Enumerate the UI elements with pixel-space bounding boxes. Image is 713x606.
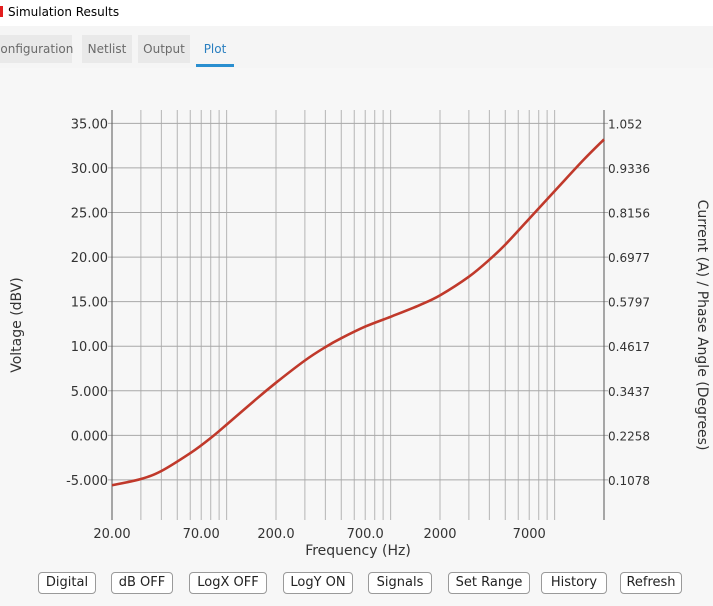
y-axis-label: Voltage (dBV) [9,277,25,373]
y-tick-label: 0.000 [71,429,108,444]
voltage-trace [111,138,605,487]
x-tick-label: 7000 [513,527,546,542]
y2-tick-label: 0.3437 [608,385,650,399]
y2-tick-label: 0.2258 [608,429,650,443]
x-tick-label: 70.00 [183,527,220,542]
y2-tick-label: 0.1078 [608,474,650,488]
history-button[interactable]: History [541,572,607,594]
axes [111,110,605,520]
x-axis-label: Frequency (Hz) [305,543,411,559]
digital-button[interactable]: Digital [38,572,96,594]
y2-axis-label: Current (A) / Phase Angle (Degrees) [694,200,710,451]
y2-tick-label: 0.9336 [608,162,650,176]
y2-tick-label: 0.5797 [608,296,650,310]
refresh-button[interactable]: Refresh [620,572,682,594]
x-tick-label: 20.00 [93,527,130,542]
x-tick-label: 200.0 [257,527,294,542]
y-tick-label: 15.00 [71,296,108,311]
y-tick-label: 35.00 [71,117,108,132]
logx-toggle-button[interactable]: LogX OFF [189,572,267,594]
y-tick-label: 20.00 [71,251,108,266]
y-tick-label: 25.00 [71,207,108,222]
y2-tick-label: 0.4617 [608,340,650,354]
y-tick-label: -5.000 [66,474,108,489]
y2-tick-label: 0.6977 [608,251,650,265]
chart: 35.00 30.00 25.00 20.00 15.00 10.00 5.000 0.000… [9,110,710,559]
y2-tick-label: 0.8156 [608,207,650,221]
x-tick-label: 700.0 [347,527,384,542]
db-toggle-button[interactable]: dB OFF [111,572,173,594]
logy-toggle-button[interactable]: LogY ON [283,572,353,594]
x-tick-label: 2000 [423,527,456,542]
signals-button[interactable]: Signals [368,572,432,594]
y-tick-label: 30.00 [71,162,108,177]
y-tick-label: 5.000 [71,385,108,400]
y2-tick-label: 1.052 [608,117,642,131]
y-tick-label: 10.00 [71,340,108,355]
set-range-button[interactable]: Set Range [448,572,530,594]
